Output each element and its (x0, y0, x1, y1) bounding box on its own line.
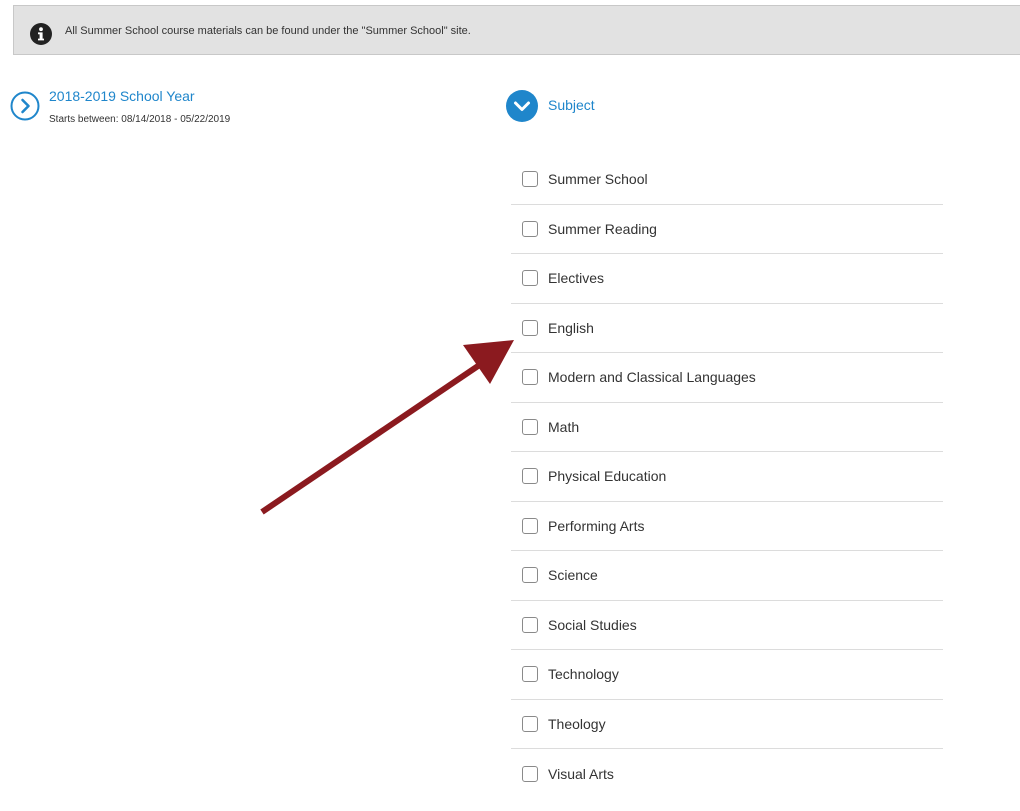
subject-option-theology[interactable]: Theology (511, 700, 943, 749)
subject-option-label: Visual Arts (548, 765, 614, 782)
school-year-title[interactable]: 2018-2019 School Year (49, 88, 195, 104)
subject-option-label: Theology (548, 715, 606, 732)
checkbox[interactable] (522, 171, 538, 188)
subject-option-technology[interactable]: Technology (511, 650, 943, 700)
info-icon (30, 23, 52, 45)
checkbox[interactable] (522, 715, 538, 732)
school-year-dates: Starts between: 08/14/2018 - 05/22/2019 (49, 114, 231, 125)
subject-option-label: Modern and Classical Languages (548, 369, 756, 386)
checkbox[interactable] (522, 369, 538, 386)
subject-option-label: Science (548, 567, 598, 584)
subject-checkbox-list: Summer School Summer Reading Electives Engl… (511, 155, 943, 799)
checkbox[interactable] (522, 616, 538, 633)
subject-option-summer-reading[interactable]: Summer Reading (511, 205, 943, 254)
subject-option-label: Electives (548, 270, 605, 287)
subject-option-label: Physical Education (548, 468, 667, 485)
checkbox[interactable] (522, 319, 538, 336)
notice-text: All Summer School course materials can b… (65, 25, 471, 37)
subject-option-label: Social Studies (548, 616, 637, 633)
checkbox[interactable] (522, 418, 538, 435)
subject-option-label: Math (548, 418, 580, 435)
subject-option-electives[interactable]: Electives (511, 254, 943, 304)
subject-option-label: Technology (548, 666, 619, 683)
checkbox[interactable] (522, 220, 538, 237)
checkbox[interactable] (522, 468, 538, 485)
subject-option-social-studies[interactable]: Social Studies (511, 601, 943, 650)
subject-option-label: Performing Arts (548, 517, 645, 534)
subject-option-summer-school[interactable]: Summer School (511, 155, 943, 205)
chevron-right-circle-icon[interactable] (10, 91, 40, 121)
subject-option-science[interactable]: Science (511, 551, 943, 601)
checkbox[interactable] (522, 270, 538, 287)
subject-option-label: Summer Reading (548, 220, 657, 237)
chevron-down-circle-icon[interactable] (506, 90, 538, 122)
checkbox[interactable] (522, 765, 538, 782)
checkbox[interactable] (522, 666, 538, 683)
subject-option-physical-education[interactable]: Physical Education (511, 452, 943, 502)
subject-option-math[interactable]: Math (511, 403, 943, 452)
notice-banner: All Summer School course materials can b… (13, 5, 1020, 55)
subject-filter-title[interactable]: Subject (548, 97, 595, 113)
subject-option-english[interactable]: English (511, 304, 943, 353)
subject-option-label: English (548, 319, 594, 336)
checkbox[interactable] (522, 517, 538, 534)
subject-option-label: Summer School (548, 171, 648, 188)
subject-option-visual-arts[interactable]: Visual Arts (511, 749, 943, 799)
subject-option-performing-arts[interactable]: Performing Arts (511, 502, 943, 551)
checkbox[interactable] (522, 567, 538, 584)
subject-option-modern-and-classical-languages[interactable]: Modern and Classical Languages (511, 353, 943, 403)
